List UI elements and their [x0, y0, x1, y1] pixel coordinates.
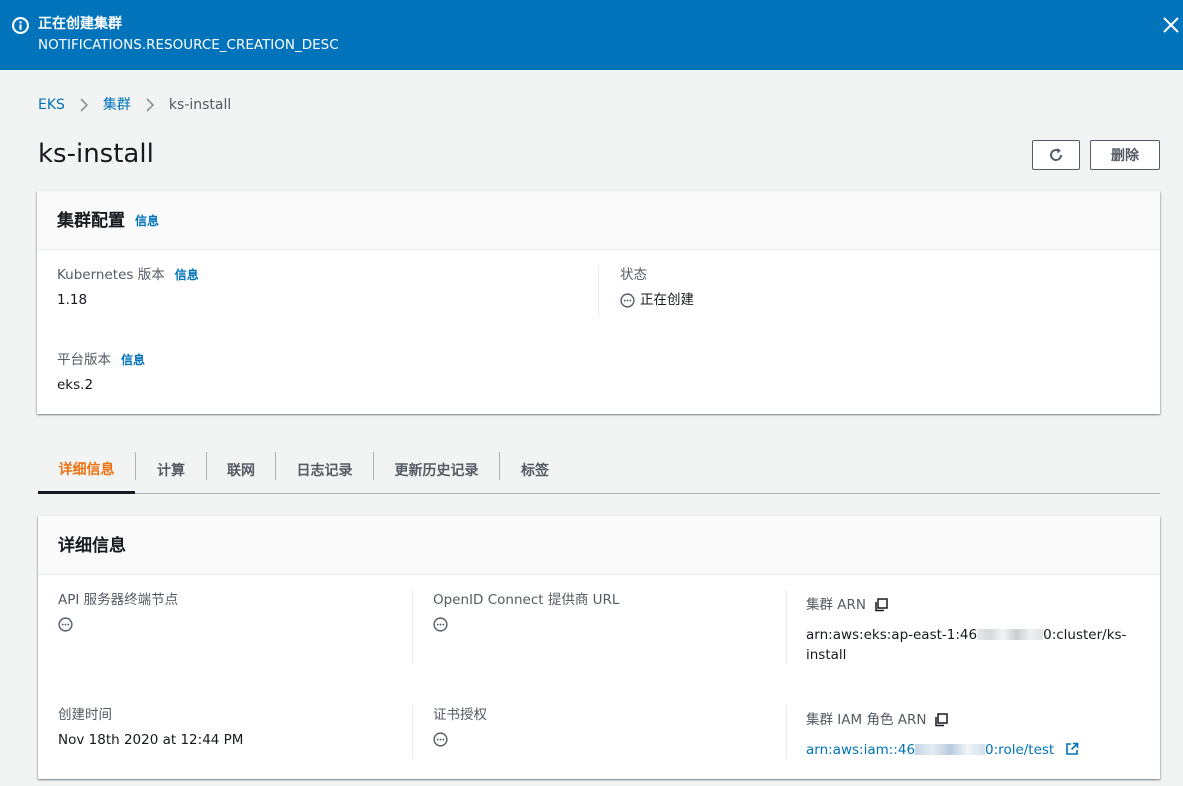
divider	[412, 590, 413, 664]
breadcrumb: EKS 集群 ks-install	[38, 96, 231, 114]
iam-role-arn-label: 集群 IAM 角色 ARN	[806, 711, 949, 729]
status-label: 状态	[620, 267, 647, 283]
iam-role-arn-link[interactable]: arn:aws:iam::46 0:role/test	[806, 740, 1079, 760]
created-time-label: 创建时间	[58, 707, 112, 723]
chevron-right-icon	[80, 98, 89, 112]
pending-icon	[620, 292, 635, 308]
cert-authority-label: 证书授权	[433, 707, 487, 723]
divider	[786, 590, 787, 664]
cluster-arn-line2: install	[806, 647, 847, 663]
details-title: 详细信息	[58, 536, 126, 556]
tab-networking[interactable]: 联网	[207, 446, 275, 494]
iam-role-arn-suffix: 0:role/test	[985, 742, 1055, 758]
k8s-version-label-text: Kubernetes 版本	[57, 267, 165, 283]
created-time-value: Nov 18th 2020 at 12:44 PM	[58, 732, 244, 748]
details-header: 详细信息	[38, 516, 1160, 575]
pending-icon	[433, 617, 448, 632]
refresh-button[interactable]	[1032, 140, 1080, 170]
divider	[598, 265, 599, 317]
cluster-arn-line1-end: 0:cluster/ks-	[1043, 627, 1127, 643]
tab-details[interactable]: 详细信息	[38, 446, 135, 494]
status-text: 正在创建	[640, 292, 694, 308]
refresh-icon	[1050, 148, 1063, 161]
k8s-version-info-link[interactable]: 信息	[175, 266, 199, 284]
banner-description: NOTIFICATIONS.RESOURCE_CREATION_DESC	[38, 37, 339, 53]
banner-title: 正在创建集群	[38, 16, 122, 32]
external-link-icon	[1065, 742, 1078, 755]
page-title: ks-install	[38, 139, 154, 169]
info-circle-icon	[12, 17, 29, 34]
platform-version-info-link[interactable]: 信息	[121, 351, 145, 369]
pending-icon	[58, 617, 73, 632]
cluster-config-title: 集群配置 信息	[57, 210, 159, 232]
details-panel: 详细信息 API 服务器终端节点 创建时间 Nov 18th 2020 at 1…	[38, 516, 1160, 779]
cluster-config-info-link[interactable]: 信息	[135, 210, 159, 232]
copy-icon[interactable]	[874, 598, 888, 612]
cluster-arn-line1: arn:aws:eks:ap-east-1:46	[806, 627, 978, 643]
platform-version-value: eks.2	[57, 377, 94, 393]
divider	[786, 705, 787, 759]
cluster-config-header: 集群配置 信息	[37, 191, 1160, 250]
api-endpoint-label: API 服务器终端节点	[58, 592, 179, 608]
tab-bar: 详细信息 计算 联网 日志记录 更新历史记录 标签	[38, 446, 1160, 494]
notification-banner: 正在创建集群 NOTIFICATIONS.RESOURCE_CREATION_D…	[0, 0, 1183, 70]
redacted-block	[915, 744, 986, 755]
delete-button[interactable]: 删除	[1090, 140, 1160, 170]
oidc-url-label: OpenID Connect 提供商 URL	[433, 592, 620, 608]
copy-icon[interactable]	[934, 713, 949, 727]
cluster-arn-label-text: 集群 ARN	[806, 597, 867, 613]
k8s-version-value: 1.18	[57, 292, 88, 308]
iam-role-arn-prefix: arn:aws:iam::46	[806, 742, 916, 758]
iam-role-arn-label-text: 集群 IAM 角色 ARN	[806, 712, 927, 728]
breadcrumb-eks[interactable]: EKS	[38, 96, 65, 114]
breadcrumb-clusters[interactable]: 集群	[103, 96, 131, 114]
tab-logging[interactable]: 日志记录	[276, 446, 373, 494]
divider	[412, 705, 413, 759]
redacted-block	[977, 629, 1044, 640]
tab-tags[interactable]: 标签	[500, 446, 570, 494]
cluster-arn-value: arn:aws:eks:ap-east-1:46 0:cluster/ks- in…	[806, 625, 1146, 665]
close-icon[interactable]	[1161, 15, 1181, 35]
cluster-arn-label: 集群 ARN	[806, 596, 888, 614]
platform-version-label-text: 平台版本	[57, 352, 111, 368]
k8s-version-label: Kubernetes 版本 信息	[57, 266, 199, 284]
platform-version-label: 平台版本 信息	[57, 351, 145, 369]
cluster-config-title-text: 集群配置	[57, 211, 125, 231]
tab-compute[interactable]: 计算	[136, 446, 206, 494]
status-value: 正在创建	[620, 291, 694, 309]
pending-icon	[433, 732, 448, 747]
breadcrumb-current: ks-install	[168, 97, 232, 113]
tab-update-history[interactable]: 更新历史记录	[374, 446, 499, 494]
chevron-right-icon	[146, 98, 155, 112]
cluster-config-panel: 集群配置 信息 Kubernetes 版本 信息 1.18 状态 正在创建 平台…	[37, 191, 1160, 414]
